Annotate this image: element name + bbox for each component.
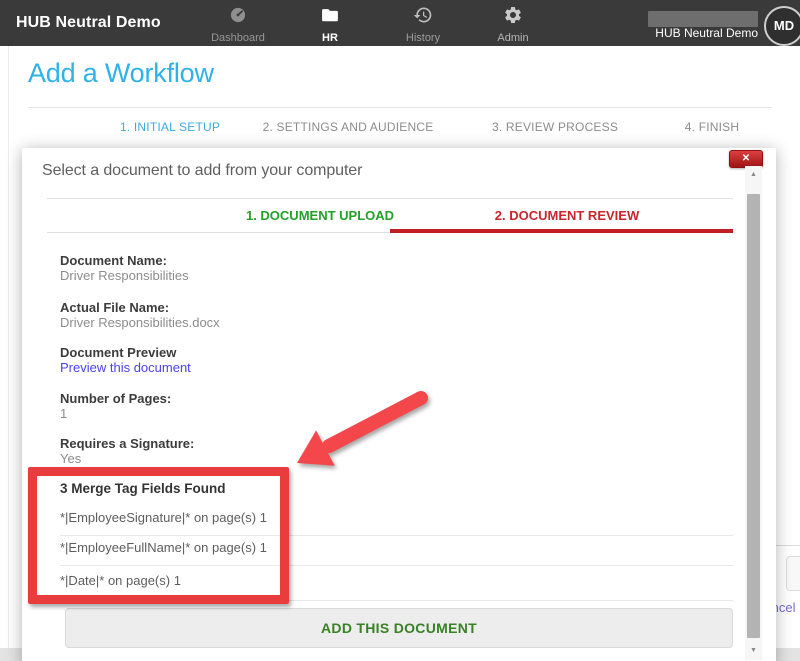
- background-footer-strip: [0, 648, 22, 661]
- wizard-step-initial-setup[interactable]: 1. INITIAL SETUP: [120, 120, 220, 134]
- scroll-up-icon[interactable]: ▲: [745, 166, 762, 184]
- nav-item-hr[interactable]: HR: [288, 5, 372, 44]
- field-number-of-pages: Number of Pages: 1: [60, 391, 171, 421]
- scroll-down-icon[interactable]: ▼: [745, 642, 762, 660]
- nav-label: Admin: [471, 32, 555, 44]
- top-navbar: HUB Neutral Demo Dashboard HR History Ad…: [0, 0, 800, 46]
- page-gutter-line: [8, 46, 9, 648]
- wizard-step-finish[interactable]: 4. FINISH: [685, 120, 739, 134]
- page-title: Add a Workflow: [28, 58, 214, 89]
- annotation-arrow: [283, 384, 433, 472]
- field-value: Yes: [60, 451, 194, 466]
- nav-label: History: [381, 32, 465, 44]
- tab-document-review[interactable]: 2. DOCUMENT REVIEW: [495, 208, 639, 223]
- field-label: Document Name:: [60, 253, 189, 268]
- background-button-edge: [786, 556, 800, 591]
- background-divider: [776, 545, 800, 546]
- gear-icon: [471, 5, 555, 30]
- preview-document-link[interactable]: Preview this document: [60, 360, 191, 375]
- wizard-step-review-process[interactable]: 3. REVIEW PROCESS: [492, 120, 618, 134]
- field-requires-signature: Requires a Signature: Yes: [60, 436, 194, 466]
- modal-scrollbar[interactable]: ▲ ▼: [745, 166, 762, 660]
- scrollbar-thumb[interactable]: [747, 194, 760, 638]
- field-label: Number of Pages:: [60, 391, 171, 406]
- field-label: Actual File Name:: [60, 300, 220, 315]
- account-name-label: HUB Neutral Demo: [655, 26, 758, 40]
- history-icon: [381, 5, 465, 30]
- avatar[interactable]: MD: [764, 6, 800, 46]
- folder-icon: [288, 5, 372, 30]
- title-divider: [28, 107, 772, 108]
- redacted-account-box: [648, 11, 758, 27]
- add-this-document-button[interactable]: ADD THIS DOCUMENT: [65, 608, 733, 648]
- nav-item-history[interactable]: History: [381, 5, 465, 44]
- tab-document-upload[interactable]: 1. DOCUMENT UPLOAD: [246, 208, 394, 223]
- field-value: Driver Responsibilities: [60, 268, 189, 283]
- gauge-icon: [196, 5, 280, 30]
- field-value: 1: [60, 406, 171, 421]
- modal-title: Select a document to add from your compu…: [42, 162, 362, 180]
- field-label: Requires a Signature:: [60, 436, 194, 451]
- nav-item-dashboard[interactable]: Dashboard: [196, 5, 280, 44]
- field-label: Document Preview: [60, 345, 191, 360]
- active-tab-underline: [390, 229, 733, 233]
- tabbar-divider: [47, 198, 733, 199]
- nav-label: Dashboard: [196, 32, 280, 44]
- nav-item-admin[interactable]: Admin: [471, 5, 555, 44]
- background-footer-strip: [776, 648, 800, 661]
- nav-label: HR: [288, 32, 372, 44]
- field-document-preview: Document Preview Preview this document: [60, 345, 191, 375]
- wizard-step-settings-audience[interactable]: 2. SETTINGS AND AUDIENCE: [263, 120, 434, 134]
- brand-title: HUB Neutral Demo: [16, 0, 161, 46]
- field-value: Driver Responsibilities.docx: [60, 315, 220, 330]
- field-actual-file-name: Actual File Name: Driver Responsibilitie…: [60, 300, 220, 330]
- annotation-highlight-rect: [28, 467, 289, 604]
- field-document-name: Document Name: Driver Responsibilities: [60, 253, 189, 283]
